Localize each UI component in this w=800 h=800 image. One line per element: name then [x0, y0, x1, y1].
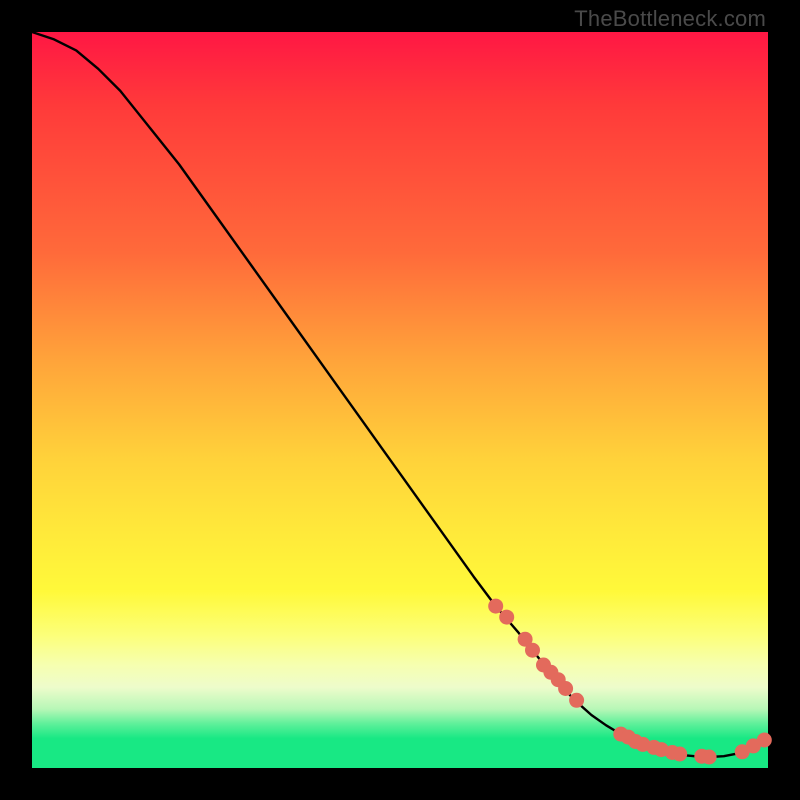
data-point — [525, 643, 540, 658]
data-point — [569, 693, 584, 708]
plot-area — [32, 32, 768, 768]
chart-svg — [32, 32, 768, 768]
data-point — [702, 750, 717, 765]
main-curve — [32, 32, 768, 757]
data-markers — [488, 599, 772, 765]
chart-frame: TheBottleneck.com — [0, 0, 800, 800]
data-point — [499, 610, 514, 625]
data-point — [488, 599, 503, 614]
watermark-text: TheBottleneck.com — [574, 6, 766, 32]
data-point — [558, 681, 573, 696]
data-point — [672, 747, 687, 762]
data-point — [757, 733, 772, 748]
